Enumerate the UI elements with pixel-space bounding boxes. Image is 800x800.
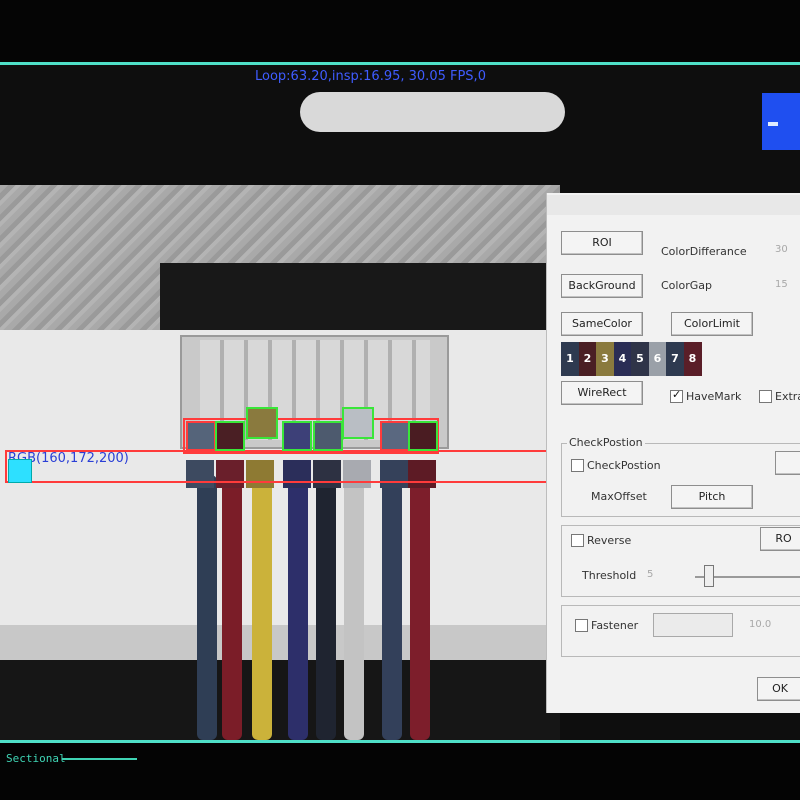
reverse-checkbox[interactable] [571, 534, 584, 547]
sectional-label: Sectional [6, 752, 66, 765]
color-swatch-3[interactable]: 3 [596, 342, 614, 376]
fastener-checkbox[interactable] [575, 619, 588, 632]
check-position-group-title: CheckPostion [567, 436, 645, 449]
wire-cell-5 [313, 421, 343, 451]
pitch-button[interactable]: Pitch [671, 485, 753, 509]
clamp-shadow [160, 263, 560, 331]
wire-4 [288, 475, 308, 740]
color-difference-label: ColorDifferance [661, 245, 747, 258]
fastener-field[interactable] [653, 613, 733, 637]
roi-button[interactable]: ROI [561, 231, 643, 255]
ok-button[interactable]: OK [757, 677, 800, 701]
wire-rect-button[interactable]: WireRect [561, 381, 643, 405]
color-difference-value[interactable]: 30 [775, 244, 788, 255]
wire-8 [410, 475, 430, 740]
fastener-value[interactable]: 10.0 [749, 619, 771, 630]
check-position-button[interactable] [775, 451, 800, 475]
same-color-button[interactable]: SameColor [561, 312, 643, 336]
threshold-value[interactable]: 5 [647, 569, 653, 580]
wire-6 [344, 475, 364, 740]
color-swatch-1[interactable]: 1 [561, 342, 579, 376]
floor [0, 660, 560, 740]
color-swatch-7[interactable]: 7 [666, 342, 684, 376]
threshold-slider-thumb[interactable] [704, 565, 714, 587]
wire-cell-2 [215, 421, 245, 451]
wire-cell-4 [282, 421, 312, 451]
wire-7 [382, 475, 402, 740]
wire-2 [222, 475, 242, 740]
extra-label: Extra [775, 390, 800, 403]
threshold-label: Threshold [582, 569, 637, 582]
color-swatch-8[interactable]: 8 [683, 342, 702, 376]
background-button[interactable]: BackGround [561, 274, 643, 298]
wire-color-swatches: 12345678 [561, 342, 721, 376]
have-mark-label: HaveMark [686, 390, 742, 403]
wire-cell-7 [380, 421, 410, 451]
check-position-label: CheckPostion [587, 459, 661, 472]
extra-checkbox[interactable] [759, 390, 772, 403]
color-limit-button[interactable]: ColorLimit [671, 312, 753, 336]
monitor-bezel-top [0, 0, 800, 62]
check-position-checkbox[interactable] [571, 459, 584, 472]
color-swatch-6[interactable]: 6 [648, 342, 667, 376]
indicator-tick [768, 122, 778, 126]
color-sample [8, 459, 32, 483]
color-swatch-2[interactable]: 2 [578, 342, 597, 376]
wire-cell-6 [342, 407, 374, 439]
wire-settings-dialog: ROI ColorDifferance 30 BackGround ColorG… [546, 193, 800, 713]
dialog-titlebar[interactable] [547, 195, 800, 215]
wire-1 [197, 475, 217, 740]
color-gap-label: ColorGap [661, 279, 712, 292]
reverse-label: Reverse [587, 534, 632, 547]
base-shadow [0, 625, 560, 665]
ro-button[interactable]: RO [760, 527, 800, 551]
fastener-label: Fastener [591, 619, 639, 632]
machine-slot [300, 92, 565, 132]
have-mark-checkbox[interactable]: ✓ [670, 388, 683, 403]
wire-5 [316, 475, 336, 740]
wire-cell-1 [186, 421, 216, 451]
sectional-underline [62, 758, 137, 760]
fps-overlay: Loop:63.20,insp:16.95, 30.05 FPS,0 [255, 69, 486, 84]
color-gap-value[interactable]: 15 [775, 279, 788, 290]
wire-cell-8 [408, 421, 438, 451]
max-offset-label: MaxOffset [591, 490, 647, 503]
color-swatch-5[interactable]: 5 [631, 342, 649, 376]
checkmark-icon: ✓ [672, 388, 682, 401]
wire-3 [252, 475, 272, 740]
monitor-bezel-bottom [0, 743, 800, 800]
wire-cell-3 [246, 407, 278, 439]
color-swatch-4[interactable]: 4 [613, 342, 632, 376]
